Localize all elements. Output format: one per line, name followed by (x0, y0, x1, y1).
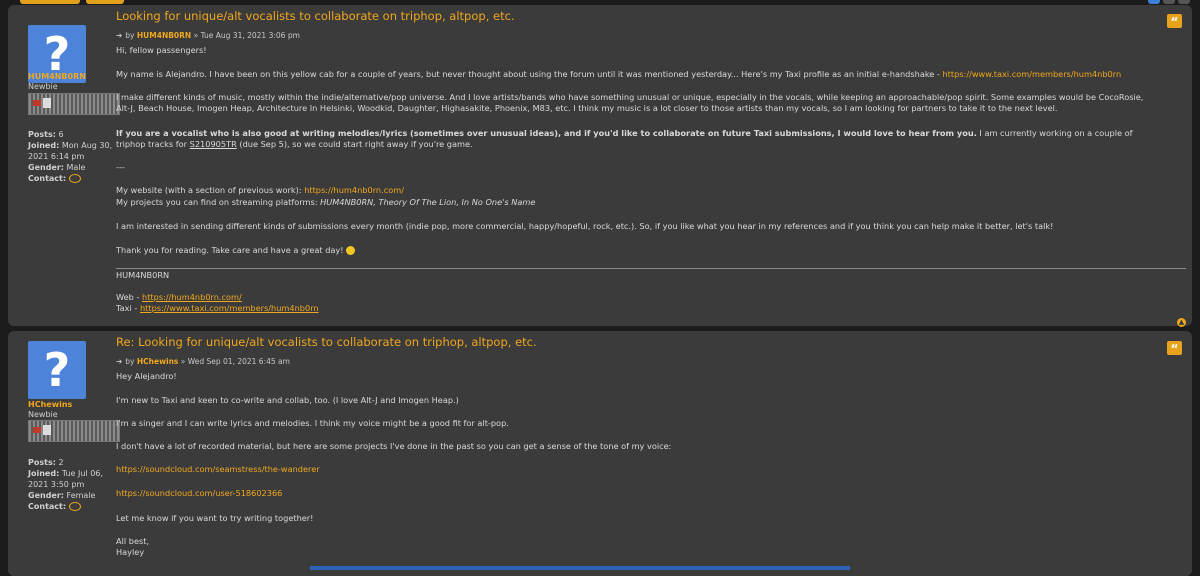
thanks-line: Thank you for reading. Take care and hav… (116, 245, 1156, 256)
separator-text: --- (116, 162, 125, 172)
paragraph-4: Let me know if you want to try writing t… (116, 513, 314, 523)
sig-taxi-label: Taxi - (116, 303, 140, 313)
intro-text: My name is Alejandro. I have been on thi… (116, 69, 943, 79)
profile-rank: Newbie (28, 82, 58, 91)
post-title[interactable]: Looking for unique/alt vocalists to coll… (116, 10, 515, 22)
toolbar-button-5[interactable] (1178, 0, 1190, 4)
submission-code[interactable]: S210905TR (190, 139, 237, 149)
sig-web-label: Web - (116, 292, 143, 302)
paragraph-3: I don't have a lot of recorded material,… (116, 441, 672, 451)
smiley-icon (345, 246, 355, 255)
projects-text: My projects you can find on streaming pl… (116, 197, 321, 207)
profile-username[interactable]: HChewins (28, 400, 72, 409)
paragraph-interest: I am interested in sending different kin… (116, 221, 1054, 231)
signature-web: Web - https://hum4nb0rn.com/ (116, 292, 1156, 303)
rank-image (28, 420, 120, 442)
contact-label: Contact: (28, 174, 67, 183)
post-title[interactable]: Re: Looking for unique/alt vocalists to … (116, 336, 537, 348)
greeting: Hi, fellow passengers! (116, 45, 207, 55)
arrow-right-icon[interactable]: ➔ (116, 357, 122, 366)
arrow-right-icon[interactable]: ➔ (116, 31, 122, 40)
profile-rank: Newbie (28, 410, 58, 419)
post-date: » Tue Aug 31, 2021 3:06 pm (193, 31, 300, 40)
posts-label: Posts: (28, 458, 56, 467)
speech-bubble-icon[interactable] (69, 502, 82, 511)
byline-prefix: by (125, 357, 135, 366)
call-bold: If you are a vocalist who is also good a… (116, 128, 977, 138)
signature-name: HUM4NB0RN (116, 270, 170, 280)
soundcloud-user-link[interactable]: https://soundcloud.com/user-518602366 (116, 488, 282, 498)
bottom-bar (310, 566, 850, 570)
sig-web-link[interactable]: https://hum4nb0rn.com/ (142, 292, 242, 302)
closing-1: All best, (116, 536, 150, 546)
taxi-profile-link[interactable]: https://www.taxi.com/members/hum4nb0rn (942, 69, 1121, 79)
greeting: Hey Alejandro! (116, 371, 177, 381)
joined-label: Joined: (28, 141, 60, 150)
paragraph-intro: My name is Alejandro. I have been on thi… (116, 69, 1156, 80)
gender-label: Gender: (28, 491, 64, 500)
posts-count[interactable]: 2 (58, 458, 63, 467)
post-author[interactable]: HUM4NB0RN (137, 31, 191, 40)
signature-taxi: Taxi - https://www.taxi.com/members/hum4… (116, 303, 1156, 314)
toolbar-button-3[interactable] (1148, 0, 1160, 4)
quote-icon[interactable]: “ (1167, 341, 1182, 356)
profile-stats: Posts: 6 Joined: Mon Aug 30, 2021 6:14 p… (28, 129, 113, 184)
post-1: ? HUM4NB0RN Newbie Posts: 6 Joined: Mon … (8, 5, 1192, 327)
quote-icon[interactable]: “ (1167, 14, 1182, 29)
toolbar-button-1[interactable] (20, 0, 80, 4)
website-link[interactable]: https://hum4nb0rn.com/ (304, 185, 404, 195)
post-2: ? HChewins Newbie Posts: 2 Joined: Tue J… (8, 331, 1192, 576)
posts-count[interactable]: 6 (58, 130, 63, 139)
post-author[interactable]: HChewins (137, 357, 179, 366)
sig-taxi-link[interactable]: https://www.taxi.com/members/hum4nb0rn (140, 303, 319, 313)
projects-line: My projects you can find on streaming pl… (116, 197, 1156, 208)
contact-label: Contact: (28, 502, 67, 511)
projects-names: HUM4NB0RN, Theory Of The Lion, In No One… (320, 197, 536, 207)
signature-divider (116, 268, 1186, 269)
paragraph-2: I'm a singer and I can write lyrics and … (116, 418, 509, 428)
soundcloud-link-2: https://soundcloud.com/user-518602366 (116, 488, 1156, 499)
gender-value: Male (66, 163, 86, 172)
post-byline: ➔ by HChewins » Wed Sep 01, 2021 6:45 am (116, 356, 290, 367)
byline-prefix: by (125, 31, 135, 40)
soundcloud-wanderer-link[interactable]: https://soundcloud.com/seamstress/the-wa… (116, 464, 320, 474)
paragraph-influences: I make different kinds of music, mostly … (116, 92, 1144, 113)
gender-value: Female (66, 491, 96, 500)
profile-username[interactable]: HUM4NB0RN (28, 72, 86, 81)
chevron-up-icon[interactable]: ▲ (1177, 318, 1186, 327)
post-byline: ➔ by HUM4NB0RN » Tue Aug 31, 2021 3:06 pm (116, 30, 300, 41)
call-end: (due Sep 5), so we could start right awa… (236, 139, 473, 149)
website-text: My website (with a section of previous w… (116, 185, 305, 195)
thanks-text: Thank you for reading. Take care and hav… (116, 245, 344, 255)
toolbar-button-2[interactable] (86, 0, 124, 4)
question-mark-avatar[interactable]: ? (28, 341, 86, 399)
closing-2: Hayley (116, 547, 145, 557)
gender-label: Gender: (28, 163, 64, 172)
profile-stats: Posts: 2 Joined: Tue Jul 06, 2021 3:50 p… (28, 457, 113, 512)
post-date: » Wed Sep 01, 2021 6:45 am (180, 357, 290, 366)
joined-label: Joined: (28, 469, 60, 478)
toolbar-button-4[interactable] (1163, 0, 1175, 4)
paragraph-1: I'm new to Taxi and keen to co-write and… (116, 395, 459, 405)
rank-image (28, 93, 120, 115)
website-line: My website (with a section of previous w… (116, 185, 1156, 196)
soundcloud-link-1: https://soundcloud.com/seamstress/the-wa… (116, 464, 1156, 475)
posts-label: Posts: (28, 130, 56, 139)
speech-bubble-icon[interactable] (69, 174, 82, 183)
paragraph-call: If you are a vocalist who is also good a… (116, 128, 1156, 150)
